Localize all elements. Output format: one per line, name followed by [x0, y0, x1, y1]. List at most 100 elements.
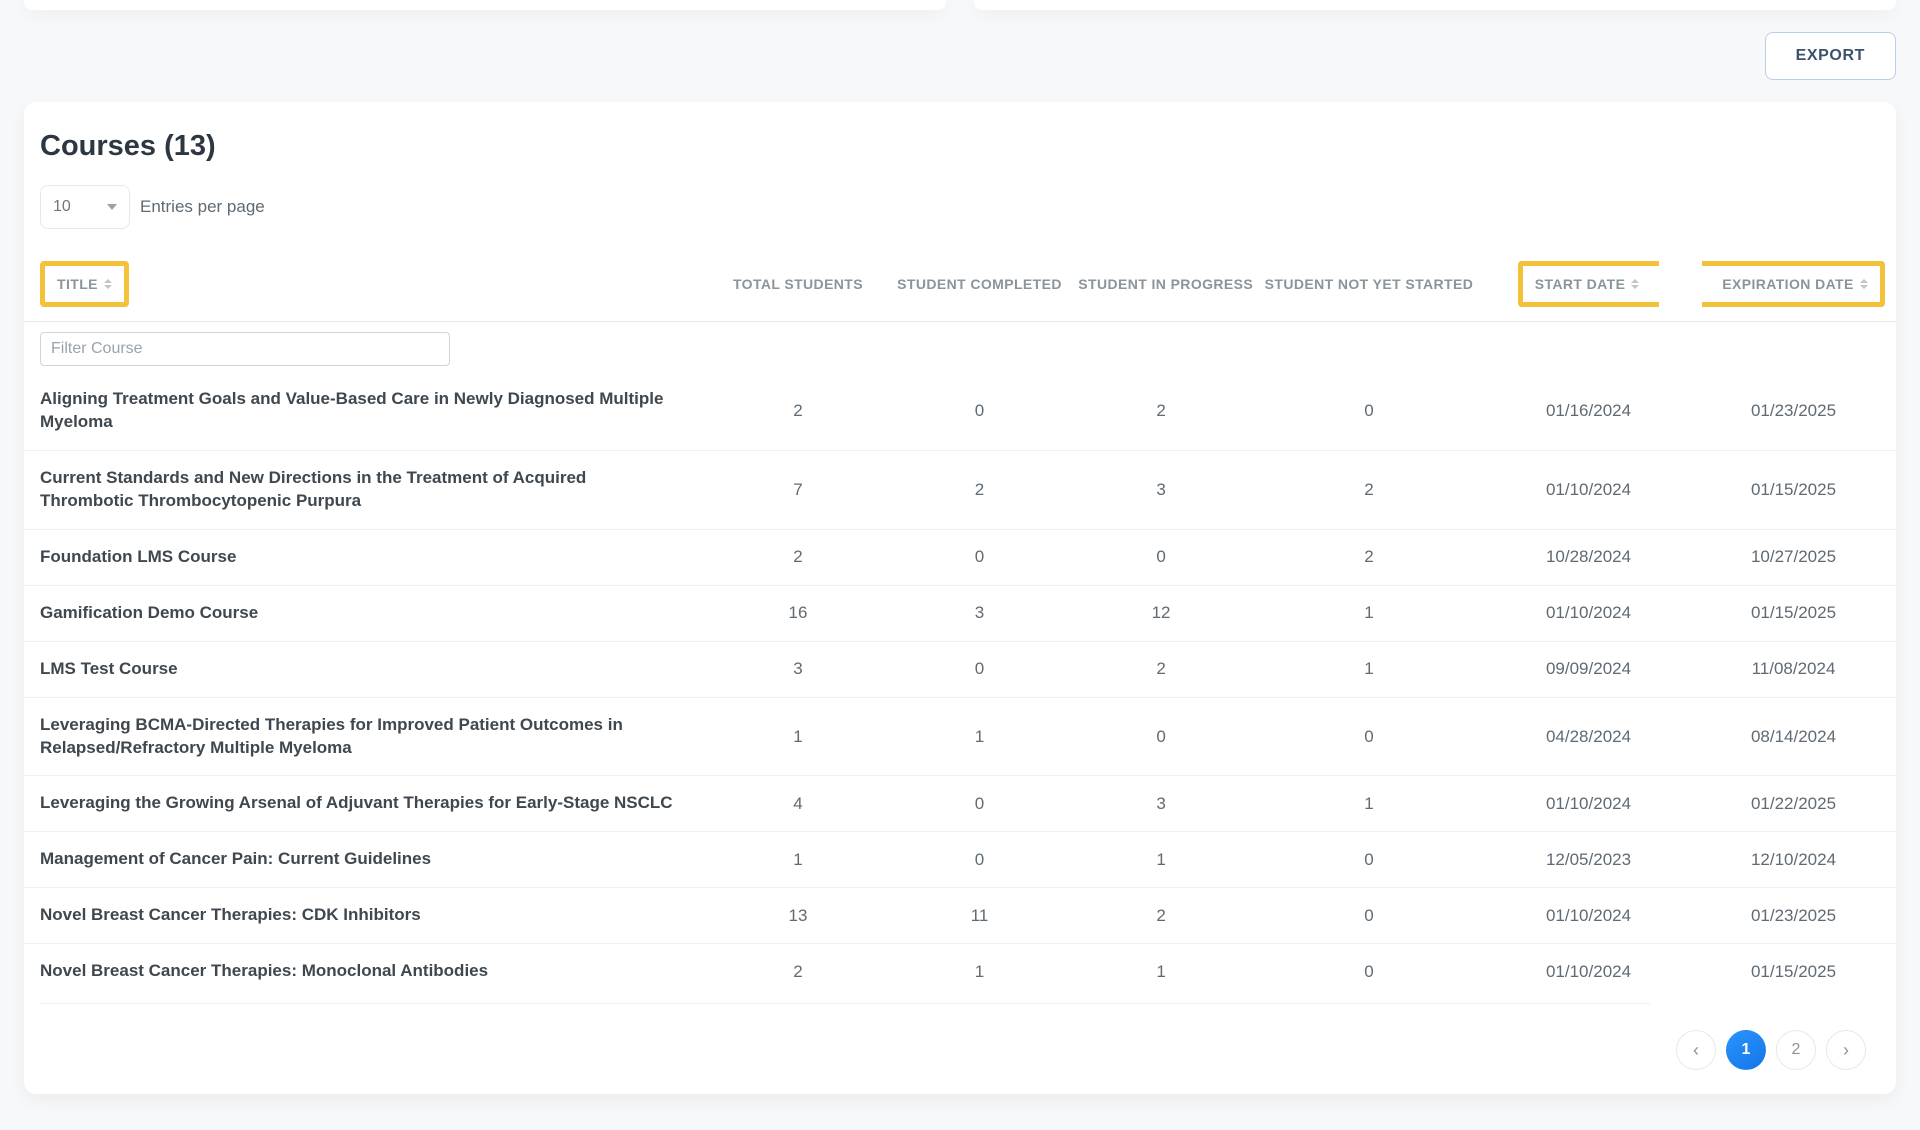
courses-panel: Courses (13) 10 Entries per page TITLE T…	[24, 102, 1896, 1094]
pagination-page[interactable]: 1	[1726, 1030, 1766, 1070]
cell-start-date: 01/10/2024	[1486, 585, 1691, 641]
sort-icon	[1631, 279, 1639, 289]
cell-not-started: 1	[1252, 776, 1486, 832]
cell-completed: 0	[889, 641, 1071, 697]
page-title: Courses (13)	[40, 130, 1896, 163]
courses-table: TITLE TOTAL STUDENTS STUDENT COMPLETED S…	[24, 247, 1896, 999]
cell-in-progress: 1	[1070, 832, 1252, 888]
export-button[interactable]: EXPORT	[1765, 32, 1896, 80]
cell-title[interactable]: Current Standards and New Directions in …	[24, 450, 707, 529]
cell-start-date: 01/10/2024	[1486, 944, 1691, 999]
cell-start-date: 01/10/2024	[1486, 450, 1691, 529]
cell-total: 1	[707, 697, 889, 776]
cell-not-started: 2	[1252, 450, 1486, 529]
column-header-student-not-yet-started[interactable]: STUDENT NOT YET STARTED	[1252, 247, 1486, 322]
entries-per-page-select[interactable]: 10	[40, 185, 130, 229]
cell-start-date: 09/09/2024	[1486, 641, 1691, 697]
cell-start-date: 01/16/2024	[1486, 372, 1691, 450]
cell-completed: 2	[889, 450, 1071, 529]
cell-completed: 1	[889, 944, 1071, 999]
cell-in-progress: 12	[1070, 585, 1252, 641]
cell-title[interactable]: Aligning Treatment Goals and Value-Based…	[24, 372, 707, 450]
filter-course-input[interactable]	[40, 332, 450, 366]
pagination-next[interactable]: ›	[1826, 1030, 1866, 1070]
cell-in-progress: 2	[1070, 641, 1252, 697]
sort-icon	[1860, 279, 1868, 289]
cell-title[interactable]: Foundation LMS Course	[24, 529, 707, 585]
cell-title[interactable]: LMS Test Course	[24, 641, 707, 697]
cell-expiration-date: 11/08/2024	[1691, 641, 1896, 697]
chevron-down-icon	[107, 204, 117, 210]
cell-completed: 0	[889, 529, 1071, 585]
column-header-student-completed[interactable]: STUDENT COMPLETED	[889, 247, 1071, 322]
table-row: LMS Test Course302109/09/202411/08/2024	[24, 641, 1896, 697]
column-header-expiration-date[interactable]: EXPIRATION DATE	[1691, 247, 1896, 322]
cell-total: 7	[707, 450, 889, 529]
pagination-page[interactable]: 2	[1776, 1030, 1816, 1070]
cell-expiration-date: 01/23/2025	[1691, 372, 1896, 450]
cell-total: 16	[707, 585, 889, 641]
cell-start-date: 04/28/2024	[1486, 697, 1691, 776]
pagination-prev[interactable]: ‹	[1676, 1030, 1716, 1070]
cell-expiration-date: 01/15/2025	[1691, 585, 1896, 641]
cell-expiration-date: 01/23/2025	[1691, 888, 1896, 944]
cell-title[interactable]: Management of Cancer Pain: Current Guide…	[24, 832, 707, 888]
cell-not-started: 2	[1252, 529, 1486, 585]
table-row: Novel Breast Cancer Therapies: CDK Inhib…	[24, 888, 1896, 944]
column-header-title[interactable]: TITLE	[24, 247, 707, 322]
cell-not-started: 0	[1252, 697, 1486, 776]
cell-expiration-date: 10/27/2025	[1691, 529, 1896, 585]
cell-completed: 11	[889, 888, 1071, 944]
cell-not-started: 0	[1252, 944, 1486, 999]
cell-total: 2	[707, 944, 889, 999]
pagination: ‹ 12 ›	[24, 1004, 1896, 1070]
cell-expiration-date: 01/22/2025	[1691, 776, 1896, 832]
cell-start-date: 10/28/2024	[1486, 529, 1691, 585]
cell-completed: 0	[889, 372, 1071, 450]
cell-total: 3	[707, 641, 889, 697]
column-header-start-date[interactable]: START DATE	[1486, 247, 1691, 322]
cell-title[interactable]: Leveraging BCMA-Directed Therapies for I…	[24, 697, 707, 776]
table-row: Management of Cancer Pain: Current Guide…	[24, 832, 1896, 888]
cell-expiration-date: 08/14/2024	[1691, 697, 1896, 776]
sort-icon	[104, 279, 112, 289]
top-card-right	[974, 0, 1896, 10]
cell-completed: 0	[889, 776, 1071, 832]
entries-per-page-value: 10	[53, 198, 71, 216]
cell-title[interactable]: Leveraging the Growing Arsenal of Adjuva…	[24, 776, 707, 832]
table-row: Current Standards and New Directions in …	[24, 450, 1896, 529]
cell-in-progress: 3	[1070, 450, 1252, 529]
cell-start-date: 12/05/2023	[1486, 832, 1691, 888]
cell-not-started: 0	[1252, 372, 1486, 450]
cell-title[interactable]: Novel Breast Cancer Therapies: Monoclona…	[24, 944, 707, 999]
cell-total: 13	[707, 888, 889, 944]
cell-start-date: 01/10/2024	[1486, 888, 1691, 944]
cell-not-started: 1	[1252, 585, 1486, 641]
column-header-total-students[interactable]: TOTAL STUDENTS	[707, 247, 889, 322]
cell-not-started: 0	[1252, 888, 1486, 944]
top-card-left	[24, 0, 946, 10]
cell-in-progress: 1	[1070, 944, 1252, 999]
cell-start-date: 01/10/2024	[1486, 776, 1691, 832]
table-row: Aligning Treatment Goals and Value-Based…	[24, 372, 1896, 450]
table-row: Novel Breast Cancer Therapies: Monoclona…	[24, 944, 1896, 999]
cell-completed: 1	[889, 697, 1071, 776]
table-row: Gamification Demo Course16312101/10/2024…	[24, 585, 1896, 641]
entries-per-page-label: Entries per page	[140, 197, 265, 217]
cell-expiration-date: 01/15/2025	[1691, 450, 1896, 529]
table-row: Leveraging BCMA-Directed Therapies for I…	[24, 697, 1896, 776]
cell-in-progress: 2	[1070, 888, 1252, 944]
cell-completed: 0	[889, 832, 1071, 888]
cell-total: 4	[707, 776, 889, 832]
cell-expiration-date: 12/10/2024	[1691, 832, 1896, 888]
cell-not-started: 1	[1252, 641, 1486, 697]
column-header-student-in-progress[interactable]: STUDENT IN PROGRESS	[1070, 247, 1252, 322]
table-row: Foundation LMS Course200210/28/202410/27…	[24, 529, 1896, 585]
cell-total: 2	[707, 529, 889, 585]
cell-in-progress: 0	[1070, 697, 1252, 776]
cell-completed: 3	[889, 585, 1071, 641]
cell-title[interactable]: Novel Breast Cancer Therapies: CDK Inhib…	[24, 888, 707, 944]
cell-title[interactable]: Gamification Demo Course	[24, 585, 707, 641]
cell-in-progress: 3	[1070, 776, 1252, 832]
cell-not-started: 0	[1252, 832, 1486, 888]
